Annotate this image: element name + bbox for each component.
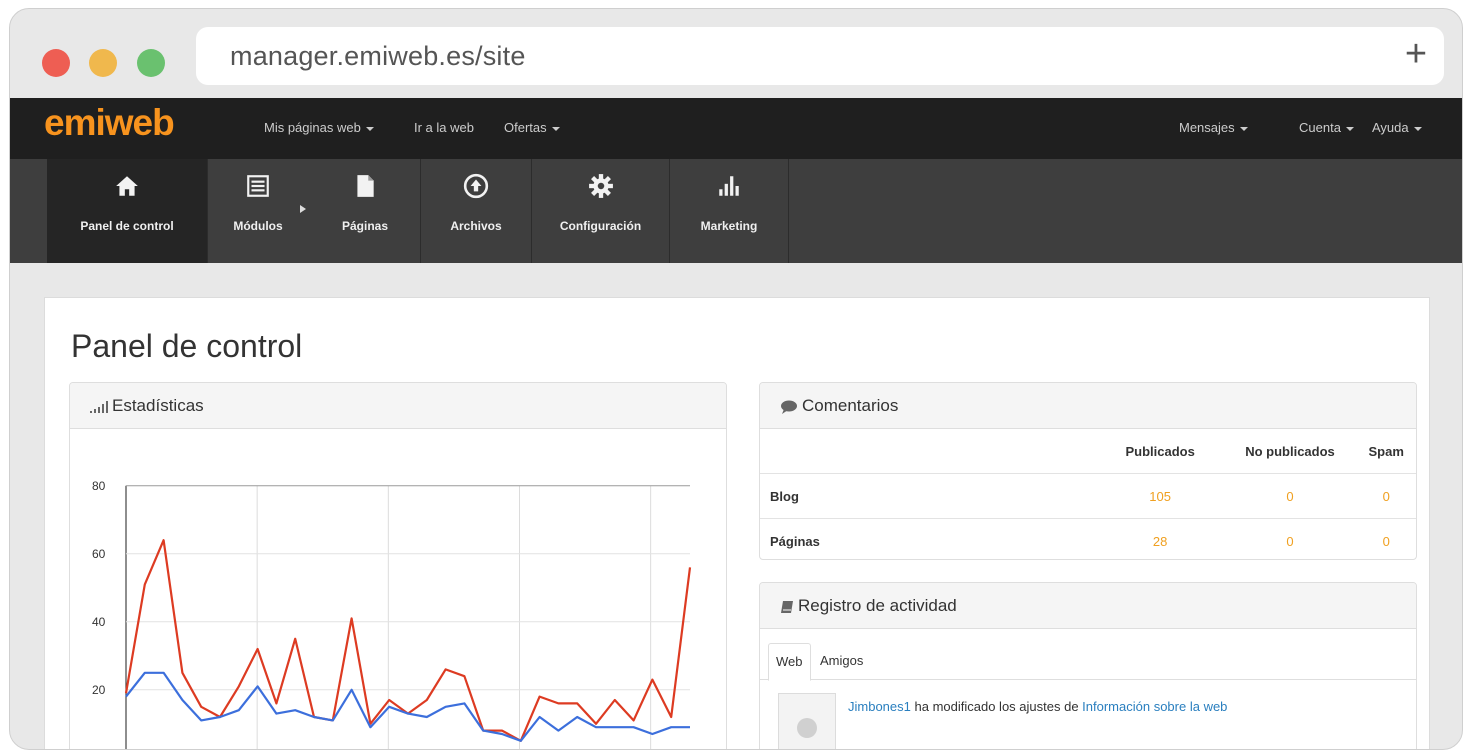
maximize-window-button[interactable] (137, 49, 165, 77)
book-icon (781, 600, 793, 613)
stats-line-chart: 20 40 60 80 (92, 479, 692, 749)
nav-ofertas[interactable]: Ofertas (504, 120, 560, 135)
browser-window: manager.emiweb.es/site + emiweb Mis pági… (9, 8, 1463, 750)
nav-ofertas-label: Ofertas (504, 120, 547, 135)
tab-archivos[interactable]: Archivos (421, 159, 532, 263)
activity-action: ha modificado los ajustes de (914, 699, 1079, 714)
tab-marketing[interactable]: Marketing (670, 159, 789, 263)
minimize-window-button[interactable] (89, 49, 117, 77)
comments-panel: Comentarios Publicados No publicados Spa… (759, 382, 1417, 560)
comment-icon (781, 400, 797, 414)
stats-panel: Estadísticas 20 40 60 80 (69, 382, 727, 749)
tab-label: Marketing (700, 219, 758, 233)
table-row: Blog 105 0 0 (760, 473, 1416, 519)
activity-panel: Registro de actividad Web Amigos Jimbone… (759, 582, 1417, 749)
list-icon (247, 175, 269, 197)
column-header: Publicados (1125, 443, 1195, 459)
table-cell[interactable]: 28 (1096, 518, 1224, 559)
y-tick-label: 80 (92, 479, 106, 493)
y-tick-label: 60 (92, 547, 106, 561)
bar-chart-icon (719, 176, 739, 196)
activity-target-link[interactable]: Información sobre la web (1082, 699, 1227, 714)
stats-panel-header: Estadísticas (70, 383, 726, 429)
activity-user-link[interactable]: Jimbones1 (848, 699, 911, 714)
page-title: Panel de control (71, 328, 303, 364)
nav-mis-paginas-web[interactable]: Mis páginas web (264, 120, 374, 135)
address-bar[interactable]: manager.emiweb.es/site + (196, 27, 1444, 85)
nav-mensajes[interactable]: Mensajes (1179, 120, 1248, 135)
tab-label: Módulos (233, 219, 283, 233)
chevron-right-icon (300, 205, 306, 213)
table-cell[interactable]: 0 (1223, 473, 1357, 519)
tab-panel-de-control[interactable]: Panel de control (47, 159, 208, 263)
caret-down-icon (551, 126, 560, 131)
caret-down-icon (1239, 126, 1248, 131)
nav-ir-a-la-web-label: Ir a la web (414, 120, 474, 135)
table-cell[interactable]: 0 (1223, 518, 1357, 559)
upload-icon (463, 173, 489, 199)
logo-part-2: web (104, 102, 175, 143)
activity-panel-header: Registro de actividad (760, 583, 1416, 629)
new-tab-button[interactable]: + (1396, 31, 1436, 77)
row-label: Páginas (760, 518, 1097, 559)
signal-icon (90, 400, 108, 413)
table-cell[interactable]: 105 (1096, 473, 1224, 519)
table-cell[interactable]: 0 (1356, 518, 1416, 559)
caret-down-icon (1413, 126, 1422, 131)
comments-table: Publicados No publicados Spam Blog 105 0… (760, 429, 1416, 559)
column-header: No publicados (1245, 443, 1335, 459)
logo-part-1: emi (44, 102, 106, 143)
empty-header (760, 429, 1097, 474)
tab-label: Configuración (559, 219, 642, 233)
nav-mis-paginas-web-label: Mis páginas web (264, 120, 361, 135)
nav-ayuda[interactable]: Ayuda (1372, 120, 1422, 135)
avatar (778, 693, 836, 749)
nav-cuenta-label: Cuenta (1299, 120, 1341, 135)
series-line-1 (125, 671, 690, 742)
activity-panel-title: Registro de actividad (798, 596, 957, 615)
row-label: Blog (760, 473, 1097, 519)
file-icon (357, 175, 374, 197)
nav-mensajes-label: Mensajes (1179, 120, 1235, 135)
main-tabs-bar: Panel de control Módulos Páginas Archivo… (10, 159, 1462, 263)
tab-label: Páginas (341, 219, 389, 233)
nav-cuenta[interactable]: Cuenta (1299, 120, 1354, 135)
comments-panel-title: Comentarios (802, 396, 899, 415)
comments-panel-header: Comentarios (760, 383, 1416, 429)
caret-down-icon (365, 126, 374, 131)
y-tick-label: 40 (92, 615, 106, 629)
column-header: Spam (1368, 443, 1404, 459)
gear-icon (588, 174, 613, 198)
nav-ayuda-label: Ayuda (1372, 120, 1409, 135)
avatar-placeholder-icon (797, 718, 817, 738)
stats-panel-title: Estadísticas (112, 396, 204, 415)
table-cell[interactable]: 0 (1356, 473, 1416, 519)
caret-down-icon (1345, 126, 1354, 131)
comments-table-header: Publicados No publicados Spam (760, 429, 1416, 474)
tab-amigos[interactable]: Amigos (820, 643, 863, 679)
table-row: Páginas 28 0 0 (760, 518, 1416, 559)
main-content: Panel de control Estadísticas 20 40 60 80 C… (44, 297, 1430, 749)
tab-configuracion[interactable]: Configuración (532, 159, 670, 263)
tab-label: Panel de control (80, 219, 174, 233)
y-tick-label: 20 (92, 683, 106, 697)
series-line-0 (124, 539, 692, 742)
tab-label: Archivos (450, 219, 502, 233)
url-text[interactable]: manager.emiweb.es/site (230, 41, 526, 72)
top-navbar: emiweb Mis páginas web Ir a la web Ofert… (10, 98, 1462, 159)
tabs-divider (760, 679, 1416, 680)
close-window-button[interactable] (42, 49, 70, 77)
tab-modulos[interactable]: Módulos (208, 159, 308, 263)
nav-ir-a-la-web[interactable]: Ir a la web (414, 120, 474, 135)
home-icon (116, 176, 138, 196)
emiweb-logo[interactable]: emiweb (44, 102, 175, 144)
activity-text: Jimbones1 ha modificado los ajustes de I… (848, 699, 1227, 714)
tab-web[interactable]: Web (768, 643, 811, 681)
tab-paginas[interactable]: Páginas (310, 159, 421, 263)
